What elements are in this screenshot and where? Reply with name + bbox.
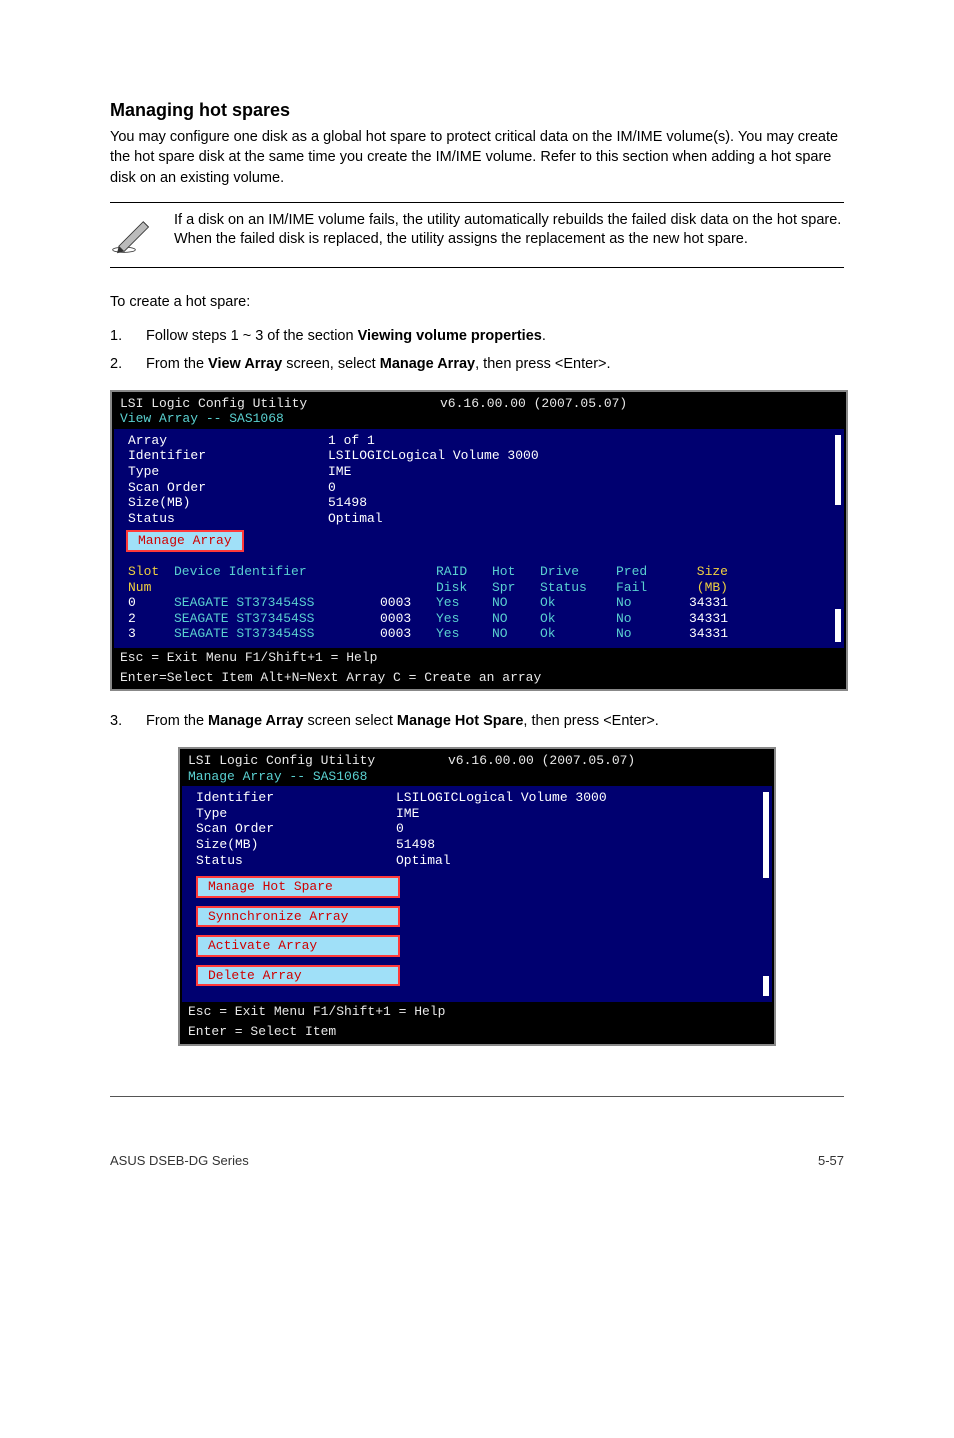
intro-paragraph: You may configure one disk as a global h… xyxy=(110,127,844,188)
menu-activate-array[interactable]: Activate Array xyxy=(196,935,400,957)
field2-scanorder-value: 0 xyxy=(396,821,404,837)
term2-title-right: v6.16.00.00 (2007.05.07) xyxy=(448,753,635,769)
terminal-view-array: LSI Logic Config Utility v6.16.00.00 (20… xyxy=(110,390,848,692)
field2-identifier-value: LSILOGICLogical Volume 3000 xyxy=(396,790,607,806)
term2-footer-1: Esc = Exit Menu F1/Shift+1 = Help xyxy=(182,1002,772,1022)
lead-text: To create a hot spare: xyxy=(110,292,844,312)
field2-type-label: Type xyxy=(196,806,396,822)
th-raid: RAID xyxy=(436,564,492,580)
field-size-value: 51498 xyxy=(328,495,367,511)
th-device: Device Identifier xyxy=(174,564,380,580)
scrollbar-icon xyxy=(763,792,769,996)
table-row: 0 SEAGATE ST373454SS 0003 Yes NO Ok No 3… xyxy=(114,595,844,611)
step-3-text: From the Manage Array screen select Mana… xyxy=(146,711,659,733)
term2-title-left: LSI Logic Config Utility xyxy=(188,753,448,769)
field2-scanorder-label: Scan Order xyxy=(196,821,396,837)
term1-footer-1: Esc = Exit Menu F1/Shift+1 = Help xyxy=(114,648,844,668)
field-array-label: Array xyxy=(128,433,328,449)
th-pred: Pred xyxy=(616,564,672,580)
divider xyxy=(110,1096,844,1097)
pencil-note-icon xyxy=(110,211,154,259)
field-scanorder-value: 0 xyxy=(328,480,336,496)
th-drive: Drive xyxy=(540,564,616,580)
field2-type-value: IME xyxy=(396,806,419,822)
th-fail: Fail xyxy=(616,580,672,596)
th-spr: Spr xyxy=(492,580,540,596)
terminal-manage-array: LSI Logic Config Utility v6.16.00.00 (20… xyxy=(178,747,776,1046)
field2-status-label: Status xyxy=(196,853,396,869)
step-2-text: From the View Array screen, select Manag… xyxy=(146,354,611,376)
footer-left: ASUS DSEB-DG Series xyxy=(110,1153,249,1168)
field-size-label: Size(MB) xyxy=(128,495,328,511)
manage-array-label: Manage Array xyxy=(128,532,242,550)
menu-delete-array[interactable]: Delete Array xyxy=(196,965,400,987)
term1-subtitle: View Array -- SAS1068 xyxy=(114,411,844,429)
step-2-number: 2. xyxy=(110,354,146,376)
field-status-value: Optimal xyxy=(328,511,383,527)
th-size: Size xyxy=(672,564,728,580)
term2-footer-2: Enter = Select Item xyxy=(182,1022,772,1042)
field-array-value: 1 of 1 xyxy=(328,433,375,449)
section-heading: Managing hot spares xyxy=(110,100,844,121)
step-1-number: 1. xyxy=(110,326,146,348)
scrollbar-icon xyxy=(835,435,841,642)
field-type-value: IME xyxy=(328,464,351,480)
footer-page-number: 5-57 xyxy=(818,1153,844,1168)
th-num: Num xyxy=(128,580,174,596)
field-scanorder-label: Scan Order xyxy=(128,480,328,496)
term2-subtitle: Manage Array -- SAS1068 xyxy=(182,769,772,787)
field-type-label: Type xyxy=(128,464,328,480)
field-status-label: Status xyxy=(128,511,328,527)
note-text: If a disk on an IM/IME volume fails, the… xyxy=(174,211,844,250)
step-1-text: Follow steps 1 ~ 3 of the section Viewin… xyxy=(146,326,546,348)
step-3-number: 3. xyxy=(110,711,146,733)
th-disk: Disk xyxy=(436,580,492,596)
field-identifier-label: Identifier xyxy=(128,448,328,464)
table-row: 2 SEAGATE ST373454SS 0003 Yes NO Ok No 3… xyxy=(114,611,844,627)
th-status: Status xyxy=(540,580,616,596)
term1-title-right: v6.16.00.00 (2007.05.07) xyxy=(440,396,627,412)
th-slot: Slot xyxy=(128,564,174,580)
field-identifier-value: LSILOGICLogical Volume 3000 xyxy=(328,448,539,464)
term1-title-left: LSI Logic Config Utility xyxy=(120,396,440,412)
field2-size-value: 51498 xyxy=(396,837,435,853)
term1-footer-2: Enter=Select Item Alt+N=Next Array C = C… xyxy=(114,668,844,688)
manage-array-selection[interactable]: Manage Array xyxy=(126,530,244,552)
th-mb: (MB) xyxy=(672,580,728,596)
menu-manage-hot-spare[interactable]: Manage Hot Spare xyxy=(196,876,400,898)
field2-identifier-label: Identifier xyxy=(196,790,396,806)
menu-synchronize-array[interactable]: Synnchronize Array xyxy=(196,906,400,928)
field2-size-label: Size(MB) xyxy=(196,837,396,853)
table-row: 3 SEAGATE ST373454SS 0003 Yes NO Ok No 3… xyxy=(114,626,844,642)
th-hot: Hot xyxy=(492,564,540,580)
note-box: If a disk on an IM/IME volume fails, the… xyxy=(110,202,844,268)
field2-status-value: Optimal xyxy=(396,853,451,869)
